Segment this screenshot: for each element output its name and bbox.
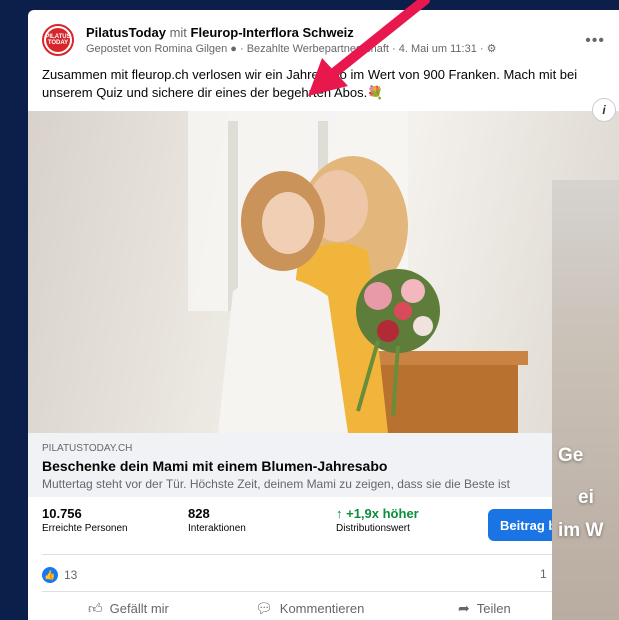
red-arrow-annotation (308, 0, 430, 96)
